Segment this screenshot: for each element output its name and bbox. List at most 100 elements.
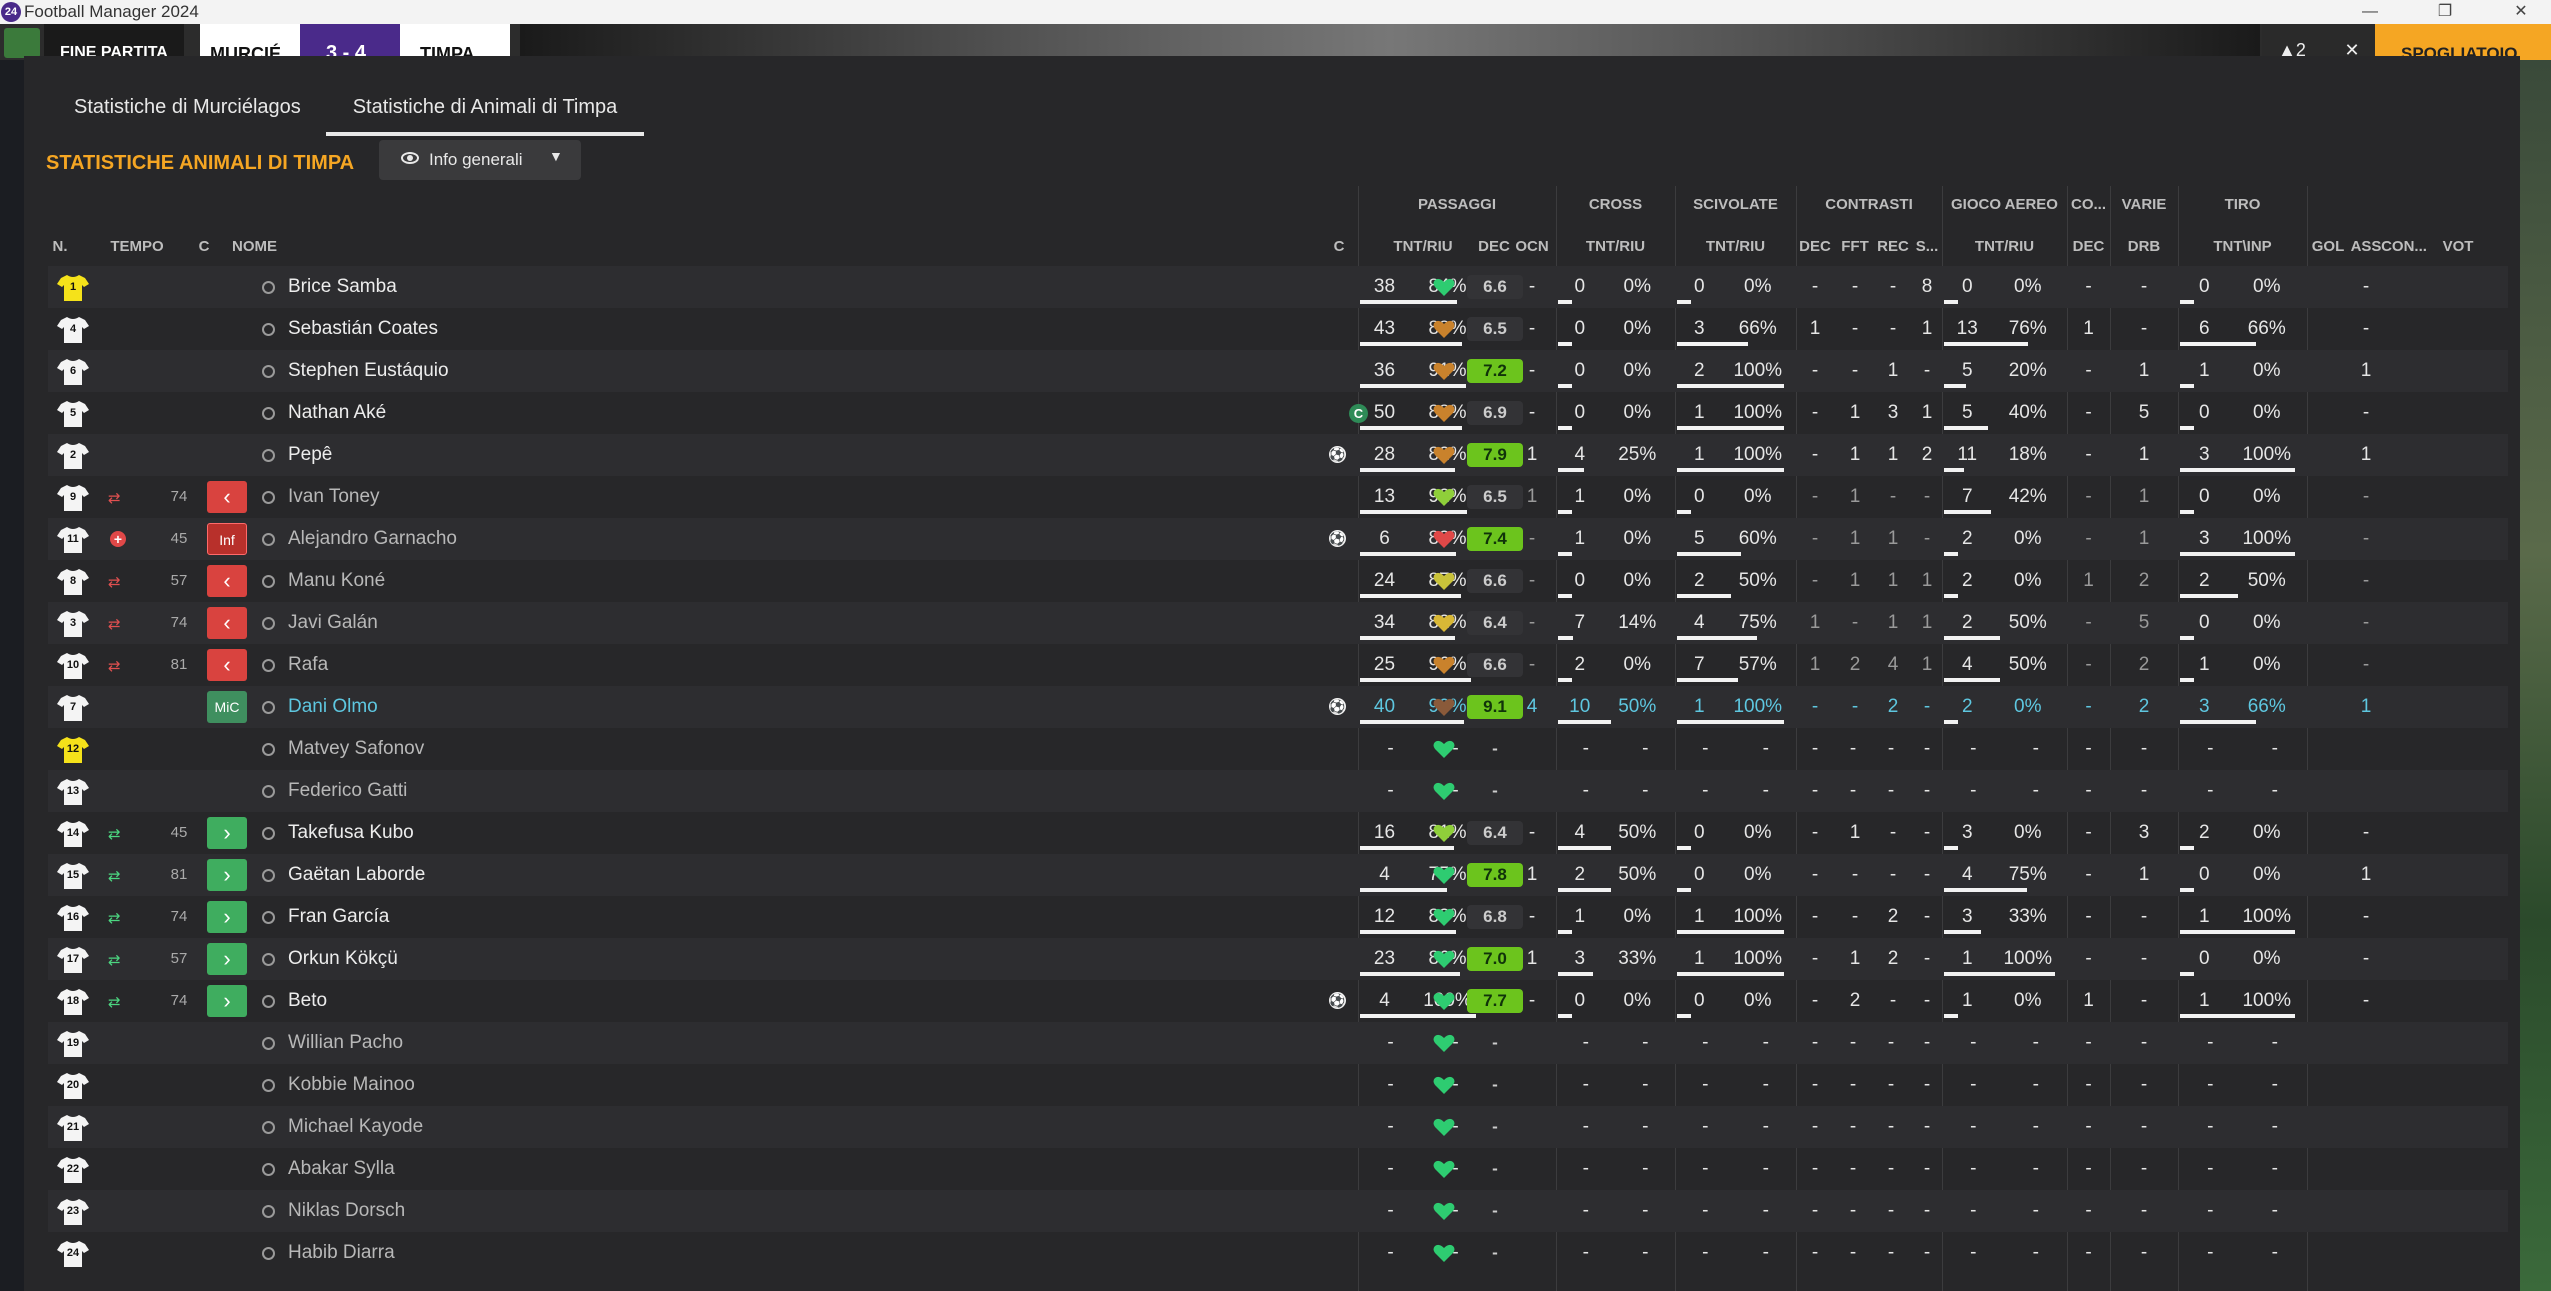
player-name[interactable]: Willian Pacho [288, 1022, 403, 1064]
column-header-1[interactable]: TEMPO [106, 238, 168, 255]
match-rating: 6.5 [1467, 317, 1523, 341]
cross-pct: 0% [1623, 570, 1651, 591]
player-name[interactable]: Takefusa Kubo [288, 812, 414, 854]
column-header-6[interactable]: DEC [1474, 238, 1514, 255]
shots-bar [2180, 678, 2194, 682]
table-row[interactable]: 18⇄74›Beto4100%--00%00%-2--10%1-1100%⚽-7… [48, 980, 2508, 1022]
spogliatoio-button[interactable]: SPOGLIATOIO [2375, 24, 2551, 63]
player-name[interactable]: Sebastián Coates [288, 308, 438, 350]
table-row[interactable]: 20 Kobbie Mainoo - - - - - - - - - - - - - - - - - [48, 1064, 2508, 1106]
table-row[interactable]: 5Nathan AkéC5088%--00%1100%-131540%-500%… [48, 392, 2508, 434]
sub-on-badge[interactable]: › [207, 985, 247, 1017]
column-header-8[interactable]: TNT/RIU [1556, 238, 1675, 255]
player-name[interactable]: Brice Samba [288, 266, 397, 308]
table-row[interactable]: 11+45InfAlejandro Garnacho683%--10%560%-… [48, 518, 2508, 560]
dismiss-button[interactable]: ✕ [2322, 24, 2382, 60]
column-header-0[interactable]: N. [48, 238, 72, 255]
table-row[interactable]: 17⇄57›Orkun Kökçü2386%21333%1100%-12-110… [48, 938, 2508, 980]
table-row[interactable]: 12 Matvey Safonov - - - - - - - - - - - - - - - - - [48, 728, 2508, 770]
column-header-12[interactable]: REC [1874, 238, 1912, 255]
column-header-5[interactable]: TNT/RIU [1358, 238, 1488, 255]
column-header-10[interactable]: DEC [1796, 238, 1834, 255]
table-row[interactable]: 2Pepê2882%41425%1100%-1121118%-13100%⚽17… [48, 434, 2508, 476]
player-name[interactable]: Kobbie Mainoo [288, 1064, 415, 1106]
condition-heart-icon [1433, 613, 1455, 633]
column-header-21[interactable]: VOT [2432, 238, 2484, 255]
sub-on-badge[interactable]: › [207, 817, 247, 849]
column-header-14[interactable]: TNT/RIU [1942, 238, 2067, 255]
sub-on-badge[interactable]: › [207, 943, 247, 975]
table-row[interactable]: 8⇄57‹Manu Koné2487%--00%250%-11120%12250… [48, 560, 2508, 602]
notifications-button[interactable]: ▲2 [2262, 24, 2322, 60]
sub-off-badge[interactable]: ‹ [207, 565, 247, 597]
column-header-7[interactable]: OCN [1512, 238, 1552, 255]
sub-on-badge[interactable]: › [207, 859, 247, 891]
column-header-2[interactable]: C [184, 238, 224, 255]
table-row[interactable]: 10⇄81‹Rafa2596%--20%757%1241450%-210%-6.… [48, 644, 2508, 686]
player-name[interactable]: Rafa [288, 644, 328, 686]
player-name[interactable]: Javi Galán [288, 602, 378, 644]
aerial-pct: 0% [2014, 696, 2042, 717]
column-header-13[interactable]: S... [1912, 238, 1942, 255]
player-name[interactable]: Abakar Sylla [288, 1148, 395, 1190]
table-row[interactable]: 6Stephen Eustáquio3691%3-00%2100%--1-520… [48, 350, 2508, 392]
table-row[interactable]: 23 Niklas Dorsch - - - - - - - - - - - - - - - - - [48, 1190, 2508, 1232]
column-header-16[interactable]: DRB [2110, 238, 2178, 255]
player-name[interactable]: Niklas Dorsch [288, 1190, 405, 1232]
column-header-20[interactable]: CON... [2378, 238, 2430, 255]
column-header-9[interactable]: TNT/RIU [1675, 238, 1796, 255]
column-header-4[interactable]: C [1319, 238, 1359, 255]
player-name[interactable]: Michael Kayode [288, 1106, 423, 1148]
table-row[interactable]: 7MiCDani Olmo4090%841050%1100%--2-20%-23… [48, 686, 2508, 728]
player-name[interactable]: Dani Olmo [288, 686, 378, 728]
player-name[interactable]: Matvey Safonov [288, 728, 424, 770]
cross-bar [1558, 384, 1572, 388]
duel-s: - [1923, 780, 1931, 801]
column-header-15[interactable]: DEC [2067, 238, 2110, 255]
table-row[interactable]: 21 Michael Kayode - - - - - - - - - - - - - - - - - [48, 1106, 2508, 1148]
player-name[interactable]: Ivan Toney [288, 476, 380, 518]
cross-count: - [1582, 1116, 1589, 1137]
player-name[interactable]: Beto [288, 980, 327, 1022]
assists: 1 [2360, 696, 2372, 717]
player-name[interactable]: Stephen Eustáquio [288, 350, 449, 392]
player-name[interactable]: Alejandro Garnacho [288, 518, 457, 560]
table-row[interactable]: 15⇄81›Gaëtan Laborde475%11250%00%----475… [48, 854, 2508, 896]
player-name[interactable]: Federico Gatti [288, 770, 407, 812]
table-row[interactable]: 3⇄74‹Javi Galán3482%2-714%475%1-11250%-5… [48, 602, 2508, 644]
close-icon[interactable]: ✕ [2491, 0, 2551, 24]
column-header-17[interactable]: TNT\INP [2178, 238, 2307, 255]
table-row[interactable]: 19 Willian Pacho - - - - - - - - - - - - - - - - - [48, 1022, 2508, 1064]
duel-fft: 1 [1849, 528, 1861, 549]
restore-icon[interactable]: ❐ [2415, 0, 2475, 24]
table-row[interactable]: 1Brice Samba3884%--00%00%---800%--00%-6.… [48, 266, 2508, 308]
player-name[interactable]: Gaëtan Laborde [288, 854, 425, 896]
column-header-18[interactable]: GOL [2307, 238, 2349, 255]
duel-rec: - [1887, 738, 1895, 759]
player-name[interactable]: Pepê [288, 434, 332, 476]
sub-off-badge[interactable]: ‹ [207, 481, 247, 513]
table-row[interactable]: 24 Habib Diarra - - - - - - - - - - - - - - - - - [48, 1232, 2508, 1274]
player-name[interactable]: Manu Koné [288, 560, 385, 602]
table-row[interactable]: 4Sebastián Coates4388%--00%366%1--11376%… [48, 308, 2508, 350]
aerial-pct: - [2032, 1200, 2039, 1221]
player-name[interactable]: Fran García [288, 896, 389, 938]
table-row[interactable]: 9⇄74‹Ivan Toney1392%1110%00%-1--742%-100… [48, 476, 2508, 518]
column-header-11[interactable]: FFT [1836, 238, 1874, 255]
player-name[interactable]: Orkun Kökçü [288, 938, 398, 980]
injury-badge[interactable]: Inf [207, 523, 247, 555]
position-badge[interactable]: MiC [207, 691, 247, 723]
table-row[interactable]: 14⇄45›Takefusa Kubo1681%3-450%00%-1--30%… [48, 812, 2508, 854]
table-row[interactable]: 16⇄74›Fran García1283%--10%1100%--2-333%… [48, 896, 2508, 938]
sub-off-badge[interactable]: ‹ [207, 607, 247, 639]
pass-bar [1360, 300, 1457, 304]
player-name[interactable]: Nathan Aké [288, 392, 386, 434]
sub-off-badge[interactable]: ‹ [207, 649, 247, 681]
table-row[interactable]: 13 Federico Gatti - - - - - - - - - - - - - - - - - [48, 770, 2508, 812]
minimize-icon[interactable]: — [2340, 0, 2400, 24]
table-row[interactable]: 22 Abakar Sylla - - - - - - - - - - - - - - - - - [48, 1148, 2508, 1190]
player-name[interactable]: Habib Diarra [288, 1232, 395, 1274]
column-header-3[interactable]: NOME [232, 238, 292, 255]
sub-on-badge[interactable]: › [207, 901, 247, 933]
duel-s: - [1923, 1242, 1931, 1263]
